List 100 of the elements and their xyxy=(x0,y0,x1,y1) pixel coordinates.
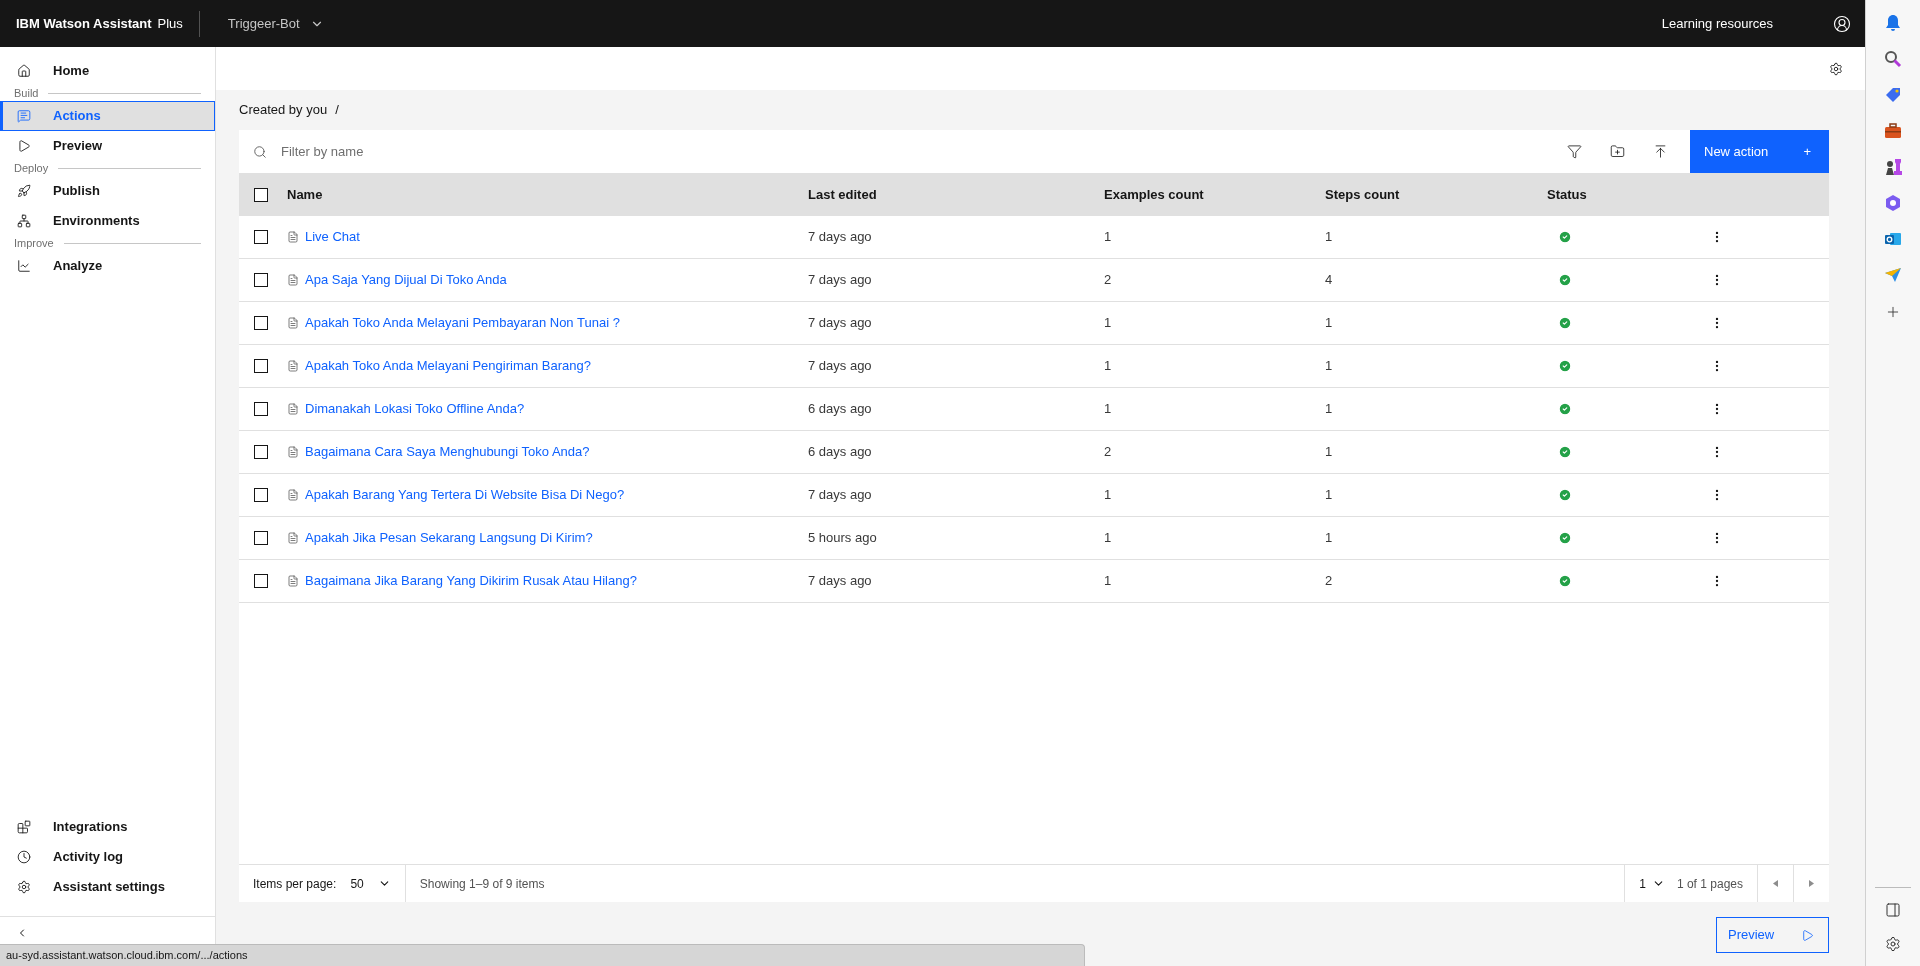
nav-item[interactable]: Actions xyxy=(0,101,215,131)
column-header[interactable]: Steps count xyxy=(1325,184,1547,205)
table-cell-text: 1 xyxy=(1325,486,1334,505)
filter-icon[interactable] xyxy=(1567,144,1582,159)
column-header[interactable]: Last edited xyxy=(808,184,1104,205)
document-icon xyxy=(287,446,299,458)
table-cell-text: 7 days ago xyxy=(808,357,873,376)
play-icon xyxy=(1801,928,1814,942)
home-icon xyxy=(17,64,31,78)
checkbox[interactable] xyxy=(254,359,268,373)
breadcrumb-separator: / xyxy=(335,101,339,120)
table-cell-text: 1 xyxy=(1104,228,1113,247)
checkbox[interactable] xyxy=(254,445,268,459)
document-icon xyxy=(287,489,299,501)
document-icon xyxy=(287,231,299,243)
table-cell-text: 7 days ago xyxy=(808,486,873,505)
panel-icon[interactable] xyxy=(1885,902,1901,918)
table-cell-text: 7 days ago xyxy=(808,228,873,247)
table-cell-text: 1 xyxy=(1325,400,1334,419)
toolbox-icon[interactable] xyxy=(1884,122,1902,140)
status-url: au-syd.assistant.watson.cloud.ibm.com/.../actions xyxy=(0,944,1085,966)
bell-icon[interactable] xyxy=(1884,14,1902,32)
nav-section-label: Build xyxy=(14,86,39,102)
document-icon xyxy=(287,317,299,329)
column-header[interactable]: Name xyxy=(287,184,808,205)
clock-icon xyxy=(17,850,31,864)
checkbox[interactable] xyxy=(254,273,268,287)
caret-left-icon xyxy=(1773,880,1778,887)
nav-item[interactable]: Activity log xyxy=(0,842,215,872)
action-link[interactable]: Apakah Barang Yang Tertera Di Website Bisa Di Nego? xyxy=(305,485,625,505)
document-icon xyxy=(287,532,299,544)
document-icon xyxy=(287,575,299,587)
items-per-page-label: Items per page: xyxy=(252,875,337,893)
breadcrumb-link[interactable]: Created by you xyxy=(239,100,328,120)
table-cell-text: 1 xyxy=(1325,314,1334,333)
nav-item[interactable]: Publish xyxy=(0,176,215,206)
table-cell-text: 6 days ago xyxy=(808,443,873,462)
network-icon xyxy=(17,214,31,228)
rocket-icon xyxy=(17,184,31,198)
search-field[interactable]: Filter by name xyxy=(281,141,681,162)
column-header[interactable]: Examples count xyxy=(1104,184,1325,205)
nav-item[interactable]: Preview xyxy=(0,131,215,161)
action-link[interactable]: Dimanakah Lokasi Toko Offline Anda? xyxy=(305,399,525,419)
checkbox[interactable] xyxy=(254,187,268,202)
nav-item[interactable]: Analyze xyxy=(0,251,215,281)
nav-item[interactable]: Assistant settings xyxy=(0,872,215,902)
items-per-page-select[interactable]: 50 xyxy=(350,874,391,893)
settings-icon[interactable] xyxy=(1829,61,1843,76)
table-cell-text: 1 xyxy=(1104,529,1113,548)
table-cell-text: 7 days ago xyxy=(808,314,873,333)
nav-item[interactable]: Integrations xyxy=(0,812,215,842)
action-link[interactable]: Bagaimana Jika Barang Yang Dikirim Rusak Atau Hilang? xyxy=(305,571,637,591)
preview-button[interactable]: Preview xyxy=(1716,917,1829,953)
action-link[interactable]: Live Chat xyxy=(305,227,360,247)
document-icon xyxy=(287,360,299,372)
action-link[interactable]: Apakah Toko Anda Melayani Pengiriman Barang? xyxy=(305,356,591,376)
chat-icon xyxy=(17,109,31,123)
table-cell-text: 1 xyxy=(1104,400,1113,419)
upload-icon[interactable] xyxy=(1653,144,1668,159)
checkbox[interactable] xyxy=(254,574,268,588)
blocks-icon xyxy=(17,820,31,834)
table-cell-text: 1 xyxy=(1104,486,1113,505)
tag-icon[interactable] xyxy=(1884,86,1902,104)
mail-icon[interactable] xyxy=(1884,230,1902,248)
checkbox[interactable] xyxy=(254,230,268,244)
learning-resources-link[interactable]: Learning resources xyxy=(1643,0,1791,47)
checkbox[interactable] xyxy=(254,402,268,416)
action-link[interactable]: Apakah Jika Pesan Sekarang Langsung Di Kirim? xyxy=(305,528,593,548)
action-link[interactable]: Bagaimana Cara Saya Menghubungi Toko Anda? xyxy=(305,442,590,462)
nav-item[interactable]: Environments xyxy=(0,206,215,236)
action-link[interactable]: Apa Saja Yang Dijual Di Toko Anda xyxy=(305,270,507,290)
document-icon xyxy=(287,274,299,286)
user-icon[interactable] xyxy=(1833,14,1851,33)
settings-icon[interactable] xyxy=(1885,936,1901,952)
action-link[interactable]: Apakah Toko Anda Melayani Pembayaran Non Tunai ? xyxy=(305,313,620,333)
hexagon-icon[interactable] xyxy=(1884,194,1902,212)
search-icon[interactable] xyxy=(1884,50,1902,68)
item-range-text: Showing 1–9 of 9 items xyxy=(404,865,545,902)
table-cell-text: 1 xyxy=(1325,357,1334,376)
paper-plane-icon[interactable] xyxy=(1884,266,1902,284)
new-folder-icon[interactable] xyxy=(1610,144,1625,159)
checkbox[interactable] xyxy=(254,488,268,502)
table-cell-text: 2 xyxy=(1104,271,1113,290)
column-header[interactable]: Status xyxy=(1547,184,1696,205)
table-cell-text: 1 xyxy=(1325,443,1334,462)
table-cell-text: 1 xyxy=(1325,529,1334,548)
settings-icon xyxy=(17,880,31,894)
new-action-button[interactable]: New action + xyxy=(1690,130,1829,173)
page-select[interactable]: 1 xyxy=(1624,865,1665,902)
nav-section-label: Deploy xyxy=(14,161,49,177)
checkbox[interactable] xyxy=(254,531,268,545)
table-cell-text: 7 days ago xyxy=(808,572,873,591)
nav-item[interactable]: Home xyxy=(0,56,215,86)
play-icon xyxy=(17,139,31,153)
checkbox[interactable] xyxy=(254,316,268,330)
page-count-text: 1 of 1 pages xyxy=(1676,875,1743,893)
chart-icon xyxy=(17,259,31,273)
table-cell-text: 1 xyxy=(1104,572,1113,591)
assistant-dropdown[interactable]: Triggeer-Bot xyxy=(227,13,324,34)
chess-pieces-icon[interactable] xyxy=(1884,158,1902,176)
